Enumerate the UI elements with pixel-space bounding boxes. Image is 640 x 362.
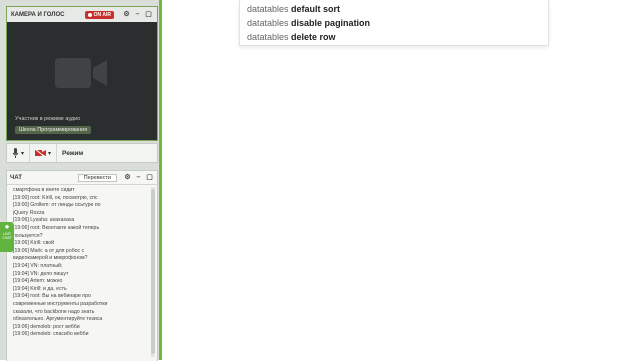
- chat-message: [19:04] Kirill: и да, есть: [13, 285, 67, 292]
- chat-message: [19:00] Grollem: от линды осьтуре по: [13, 202, 101, 209]
- camera-panel-header: КАМЕРА И ГОЛОС ON AIR ⚙ – ▢: [7, 7, 157, 22]
- translate-button[interactable]: Перевести: [77, 173, 117, 182]
- settings-icon[interactable]: ⚙: [123, 173, 132, 182]
- mode-button[interactable]: Режим: [57, 144, 157, 162]
- maximize-icon[interactable]: ▢: [144, 10, 153, 19]
- suggestion-prefix: datatables: [247, 18, 292, 28]
- chat-scrollbar[interactable]: [151, 187, 155, 357]
- media-controls-bar: ▾ ▾ Режим: [6, 143, 158, 163]
- live-chat-tab[interactable]: ● LIVE CHAT: [0, 222, 14, 252]
- chat-message: [19:06] Lysaha: ахахахаха: [13, 217, 75, 224]
- camera-off-icon: [35, 149, 47, 157]
- live-chat-label: LIVE CHAT: [2, 232, 12, 240]
- minimize-icon[interactable]: –: [134, 173, 143, 182]
- record-dot-icon: [87, 12, 92, 17]
- chat-header: ЧАТ Перевести ⚙ – ▢: [7, 171, 157, 185]
- camera-panel-title: КАМЕРА И ГОЛОС: [11, 11, 65, 18]
- chat-message: [19:06] demoleb: спасибо вебби: [13, 331, 89, 338]
- minimize-icon[interactable]: –: [133, 10, 142, 19]
- chat-scroll-thumb[interactable]: [151, 189, 155, 354]
- chat-message: сказали, что backbone надо знать: [13, 308, 95, 315]
- chevron-down-icon: ▾: [21, 150, 25, 157]
- suggestion-prefix: datatables: [247, 4, 292, 14]
- chat-panel: ЧАТ Перевести ⚙ – ▢ смартфона в инете си…: [6, 170, 158, 361]
- camera-voice-panel: КАМЕРА И ГОЛОС ON AIR ⚙ – ▢ Участник в р…: [6, 6, 158, 141]
- suggestion-prefix: datatables: [247, 32, 292, 42]
- chat-message: обязательно. Аргументируйте тезиса: [13, 316, 103, 323]
- settings-icon[interactable]: ⚙: [122, 10, 131, 19]
- suggestion-item[interactable]: datatables disable pagination: [247, 18, 370, 28]
- chat-message: пользуется?: [13, 232, 43, 239]
- autocomplete-dropdown: datatables default sort datatables disab…: [239, 0, 549, 46]
- chevron-down-icon: ▾: [48, 150, 52, 157]
- chat-message: [19:06] root: Вконтакте какой теперь: [13, 224, 100, 231]
- on-air-badge: ON AIR: [84, 10, 114, 19]
- chat-message: [19:00] root: Kirill, ок, посмотрю, спс: [13, 194, 98, 201]
- camera-toggle[interactable]: ▾: [30, 144, 58, 162]
- chat-message: jQuery Rozza: [13, 209, 45, 216]
- chat-message: [19:04] VN: платный;: [13, 262, 63, 269]
- school-label[interactable]: Школа Программирования: [15, 126, 92, 134]
- chat-message-list: смартфона в инете сидит [19:00] root: Ki…: [13, 187, 145, 339]
- chat-message: современные инструменты разработки: [13, 300, 108, 307]
- video-camera-icon: [55, 58, 107, 88]
- suggestion-completion: delete row: [291, 32, 336, 42]
- chat-message: [19:06] Kirill: свой: [13, 240, 55, 247]
- maximize-icon[interactable]: ▢: [145, 173, 154, 182]
- camera-video-area: Участник в режиме аудио Школа Программир…: [7, 22, 157, 140]
- sidebar-divider: [159, 0, 162, 360]
- chat-message: смартфона в инете сидит: [13, 187, 75, 193]
- chat-messages-area: смартфона в инете сидит [19:00] root: Ki…: [7, 185, 157, 362]
- chat-bubble-icon: ●: [4, 222, 10, 231]
- microphone-toggle[interactable]: ▾: [7, 144, 31, 162]
- chat-message: [19:06] demoleb: рост вебби: [13, 323, 80, 330]
- chat-message: [19:04] root: Вы на вебинаре про: [13, 293, 91, 300]
- audio-mode-text: Участник в режиме аудио: [15, 116, 81, 122]
- on-air-label: ON AIR: [93, 11, 111, 18]
- microphone-icon: [12, 148, 19, 158]
- suggestion-item[interactable]: datatables delete row: [247, 32, 336, 42]
- chat-message: видеокамерой и микрофоном?: [13, 255, 88, 262]
- chat-message: [19:04] VN: дело пишут: [13, 270, 69, 277]
- suggestion-item[interactable]: datatables default sort: [247, 4, 340, 14]
- chat-message: [19:04] Artem: можно: [13, 278, 63, 285]
- chat-title: ЧАТ: [10, 174, 22, 181]
- suggestion-completion: default sort: [291, 4, 341, 14]
- suggestion-completion: disable pagination: [291, 18, 371, 28]
- chat-message: [19:06] Mark: а от для робос с: [13, 247, 85, 254]
